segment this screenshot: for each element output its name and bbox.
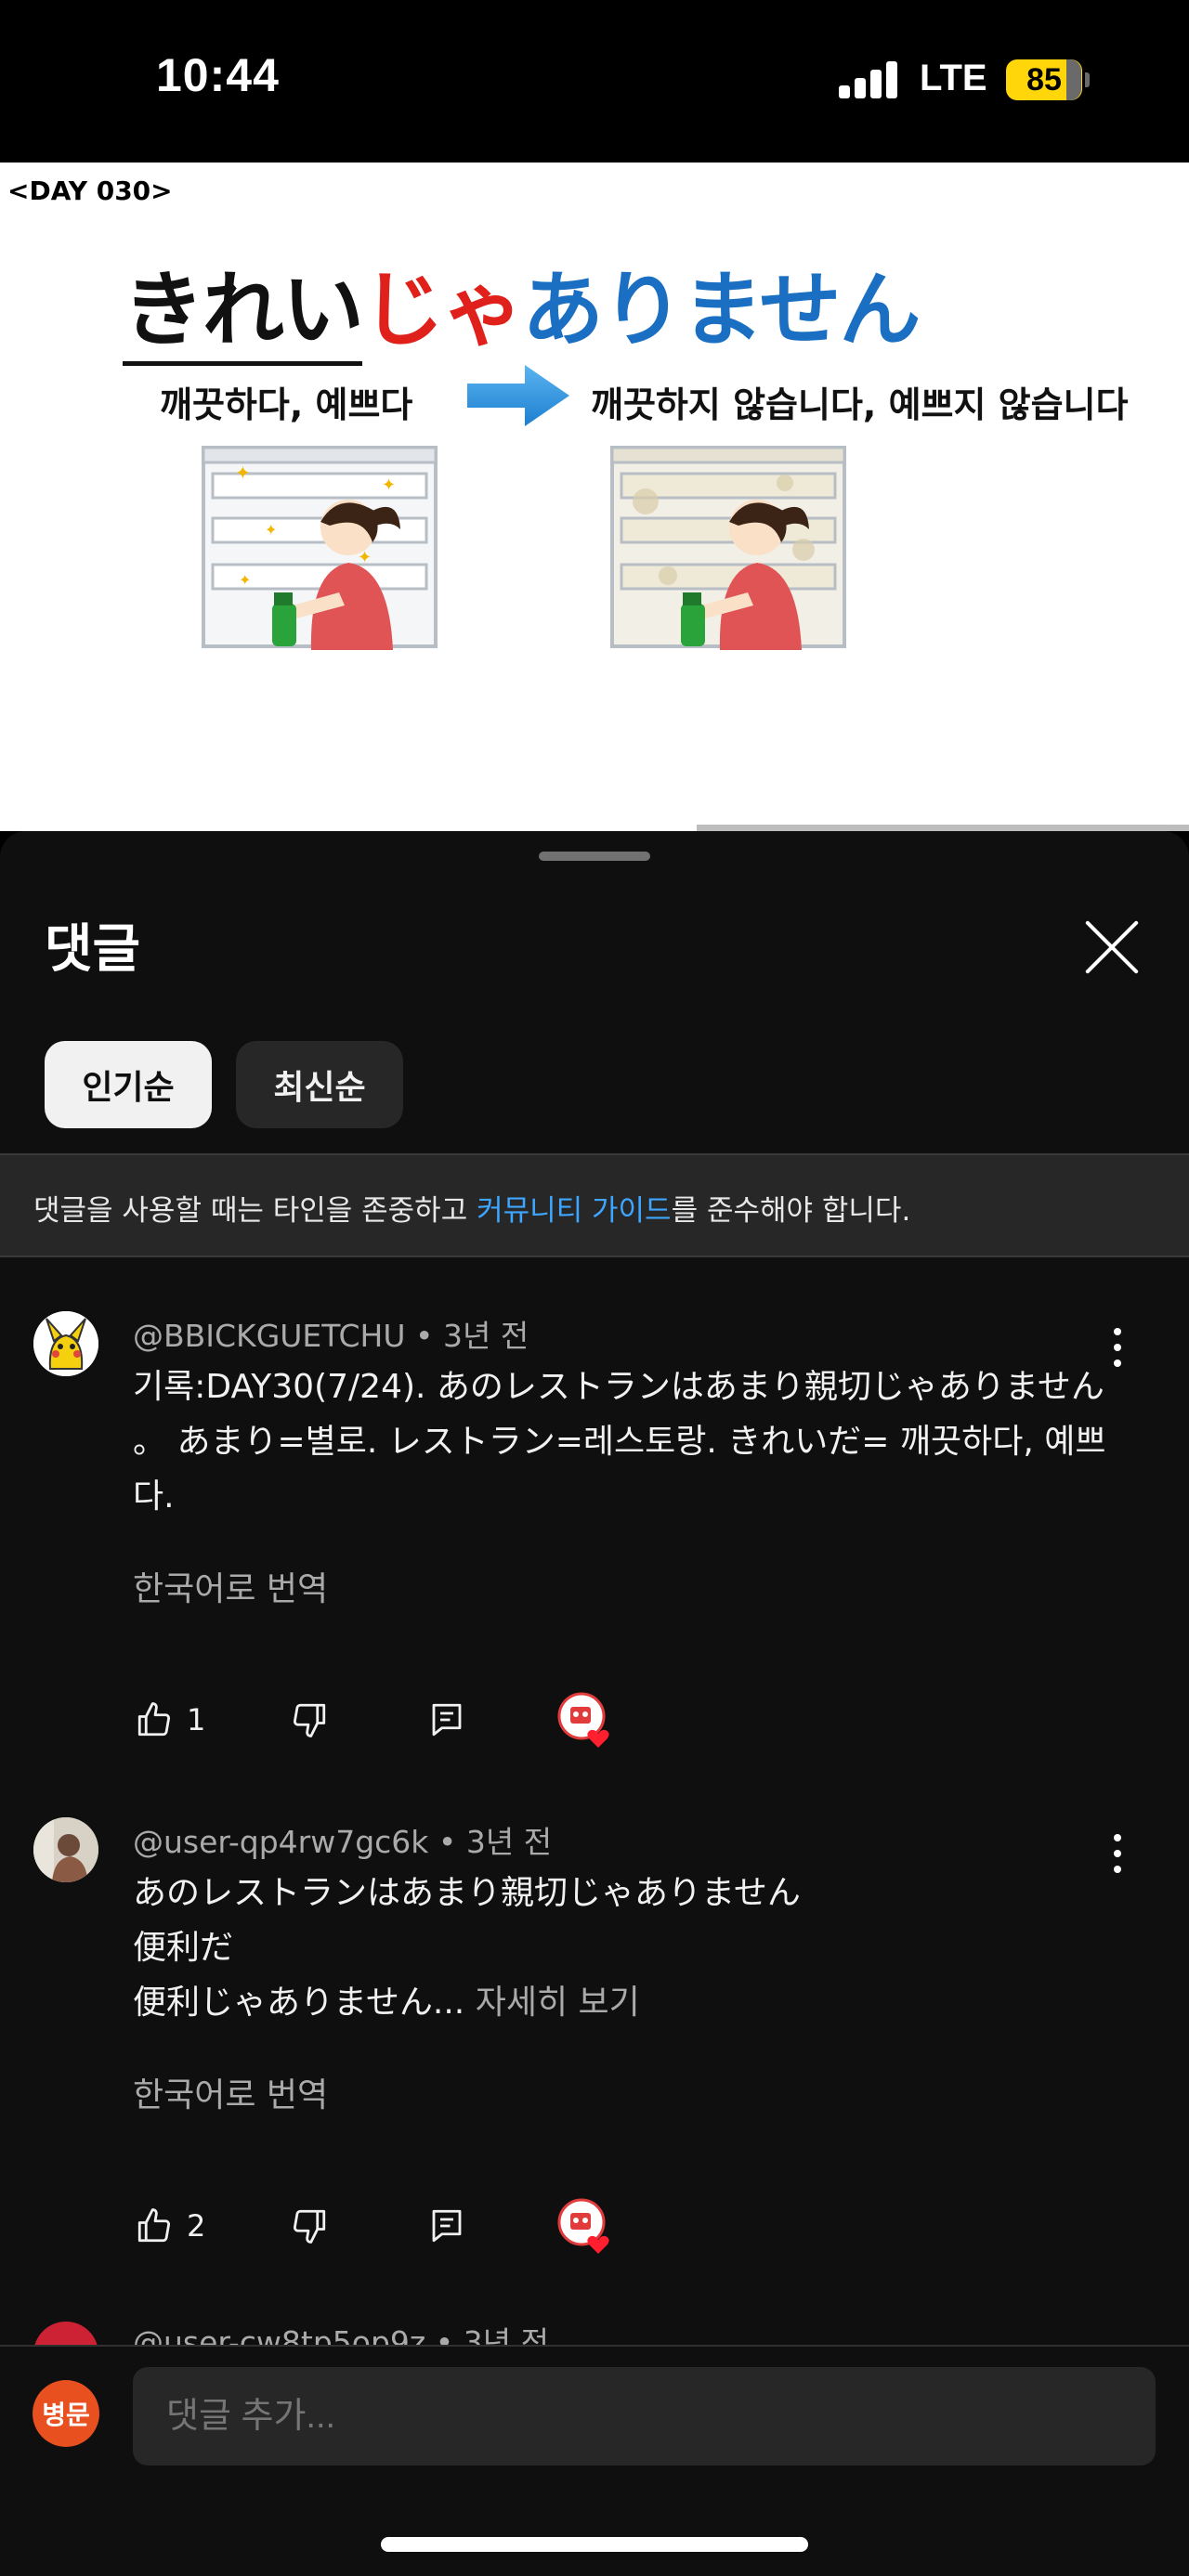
- thumbs-down-icon: [293, 1703, 326, 1737]
- comment-line-text: 便利じゃありません...: [133, 1984, 465, 2022]
- reply-button[interactable]: [427, 2198, 466, 2254]
- like-button[interactable]: 1: [135, 1692, 205, 1748]
- user-photo-avatar-icon: [33, 1817, 98, 1882]
- dirty-fridge-illustration: [610, 446, 846, 650]
- sort-newest-chip[interactable]: 최신순: [236, 1041, 403, 1128]
- comment-meta: @user-cw8tp5op9z • 3년 전: [133, 2322, 549, 2346]
- sort-popular-chip[interactable]: 인기순: [45, 1041, 212, 1128]
- subtitle-left: 깨끗하다, 예쁘다: [160, 384, 413, 425]
- title-part-ja: じゃ: [362, 262, 524, 358]
- community-guidelines-link[interactable]: 커뮤니티 가이드: [477, 1194, 672, 1228]
- close-icon[interactable]: [1079, 915, 1144, 980]
- dislike-button[interactable]: [290, 2198, 329, 2254]
- read-more-link[interactable]: 자세히 보기: [476, 1984, 640, 2022]
- avatar[interactable]: [33, 1817, 98, 1882]
- comment-line: あのレストランはあまり親切じゃありません: [133, 1874, 801, 1912]
- day-label: <DAY 030>: [7, 176, 173, 206]
- battery-nub: [1085, 72, 1090, 87]
- translate-link[interactable]: 한국어로 번역: [133, 2068, 328, 2116]
- comment-time: 3년 전: [442, 1318, 529, 1354]
- status-time: 10:44: [156, 49, 280, 101]
- subtitle-right: 깨끗하지 않습니다, 예쁘지 않습니다: [591, 384, 1129, 425]
- right-arrow-icon: [467, 365, 569, 426]
- svg-text:✦: ✦: [239, 571, 251, 589]
- video-frame[interactable]: <DAY 030> きれいじゃありません 깨끗하다, 예쁘다 깨끗하지 않습니다…: [0, 163, 1189, 831]
- svg-text:✦: ✦: [265, 521, 277, 539]
- meta-separator: •: [435, 2324, 464, 2346]
- signal-icon: [839, 61, 898, 98]
- my-avatar: 병문: [33, 2380, 99, 2447]
- avatar[interactable]: [33, 1311, 98, 1376]
- title-part-kirei: きれい: [123, 262, 364, 366]
- clean-fridge-illustration: ✦ ✦ ✦ ✦ ✦: [202, 446, 438, 650]
- comment-actions: 2: [0, 2198, 1189, 2254]
- comment-item: @user-qp4rw7gc6k • 3년 전 あのレストランはあまり親切じゃあ…: [0, 1817, 1189, 2254]
- home-indicator[interactable]: [381, 2537, 808, 2552]
- svg-text:✦: ✦: [235, 462, 251, 484]
- guideline-text-post: 를 준수해야 합니다.: [671, 1194, 911, 1228]
- battery-empty-segment: [1066, 59, 1081, 100]
- title-part-arimasen: ありません: [522, 262, 921, 358]
- thumbs-up-icon: [137, 1702, 171, 1737]
- comment-line: 便利じゃありません... 자세히 보기: [133, 1975, 1117, 2030]
- network-type: LTE: [920, 58, 987, 98]
- status-bar: 10:44 LTE 85: [0, 0, 1189, 163]
- avatar[interactable]: [33, 2322, 98, 2346]
- comment-item: @BBICKGUETCHU • 3년 전 기록:DAY30(7/24). あのレ…: [0, 1311, 1189, 1748]
- battery-level: 85: [1026, 61, 1062, 98]
- lesson-title: きれいじゃありません: [123, 262, 921, 366]
- comments-title: 댓글: [45, 919, 141, 980]
- comment-time: 3년 전: [465, 1824, 553, 1860]
- guideline-text-pre: 댓글을 사용할 때는 타인을 존중하고: [33, 1194, 477, 1228]
- meta-separator: •: [438, 1824, 466, 1860]
- video-progress-bar[interactable]: [697, 825, 1189, 831]
- comment-text: 기록:DAY30(7/24). あのレストランはあまり親切じゃありません 。 あ…: [133, 1368, 1106, 1516]
- like-button[interactable]: 2: [135, 2198, 205, 2254]
- comment-time: 3년 전: [463, 2324, 549, 2346]
- like-count: 2: [187, 2208, 206, 2244]
- creator-heart-icon: [557, 1692, 609, 1748]
- add-comment-input[interactable]: [133, 2367, 1156, 2465]
- drag-handle[interactable]: [539, 852, 650, 861]
- translate-link[interactable]: 한국어로 번역: [133, 1562, 328, 1610]
- comment-meta: @user-qp4rw7gc6k • 3년 전: [133, 1817, 552, 1862]
- comment-meta: @BBICKGUETCHU • 3년 전: [133, 1311, 529, 1356]
- meta-separator: •: [415, 1318, 443, 1354]
- comment-item-partial: @user-cw8tp5op9z • 3년 전: [0, 2322, 1189, 2346]
- creator-heart-icon: [557, 2198, 609, 2254]
- comment-line: 便利だ: [133, 1929, 234, 1967]
- pikachu-avatar-icon: [33, 1311, 98, 1376]
- comment-author[interactable]: @BBICKGUETCHU: [133, 1318, 406, 1354]
- comment-actions: 1: [0, 1692, 1189, 1748]
- thumbs-down-icon: [293, 2209, 326, 2244]
- like-count: 1: [187, 1702, 206, 1737]
- comment-author[interactable]: @user-cw8tp5op9z: [133, 2324, 425, 2346]
- thumbs-up-icon: [137, 2208, 171, 2243]
- comments-sheet: 댓글 인기순 최신순 댓글을 사용할 때는 타인을 존중하고 커뮤니티 가이드를…: [0, 831, 1189, 2576]
- reply-button[interactable]: [427, 1692, 466, 1748]
- community-guideline-notice: 댓글을 사용할 때는 타인을 존중하고 커뮤니티 가이드를 준수해야 합니다.: [0, 1153, 1189, 1257]
- dislike-button[interactable]: [290, 1692, 329, 1748]
- reply-icon: [432, 2209, 462, 2243]
- comment-text: あのレストランはあまり親切じゃありません 便利だ 便利じゃありません... 자세…: [133, 1866, 1117, 2030]
- reply-icon: [432, 1703, 462, 1737]
- svg-text:✦: ✦: [382, 475, 396, 495]
- comment-author[interactable]: @user-qp4rw7gc6k: [133, 1824, 428, 1860]
